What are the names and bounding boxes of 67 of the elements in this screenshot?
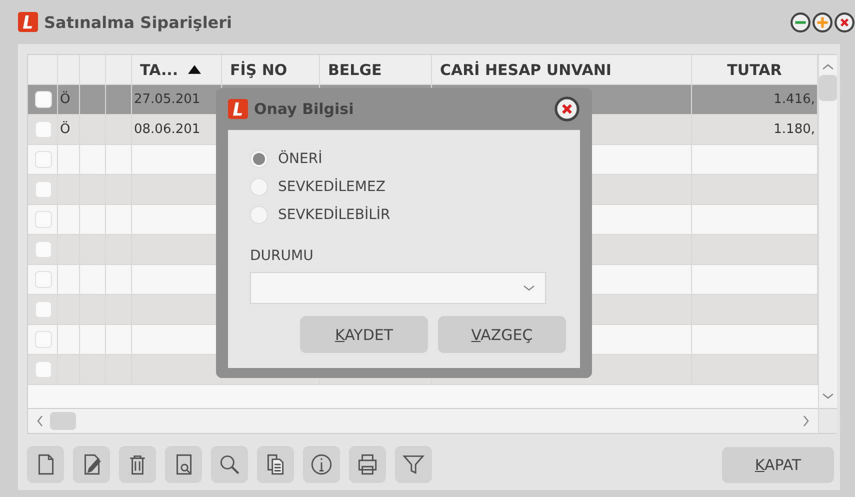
save-button[interactable]: KAYDET xyxy=(300,316,428,353)
edit-button[interactable] xyxy=(73,446,110,483)
column-header[interactable]: CARİ HESAP UNVANI xyxy=(432,55,692,85)
window-title: Satınalma Siparişleri xyxy=(44,12,232,32)
column-title: BELGE xyxy=(328,60,382,78)
table-cell: 1.416, xyxy=(692,85,818,115)
radio-label: SEVKEDİLEMEZ xyxy=(278,179,386,195)
radio-button[interactable] xyxy=(250,178,268,196)
column-header[interactable] xyxy=(58,55,80,85)
column-header[interactable]: FİŞ NO xyxy=(222,55,320,85)
horizontal-scrollbar[interactable] xyxy=(28,408,818,433)
radio-label: SEVKEDİLEBİLİR xyxy=(278,207,390,223)
maximize-icon[interactable] xyxy=(812,12,833,32)
scroll-thumb[interactable] xyxy=(50,412,76,430)
row-checkbox[interactable] xyxy=(35,121,52,138)
filter-button[interactable] xyxy=(395,446,432,483)
table-cell: Ö xyxy=(58,115,80,145)
logo-icon xyxy=(18,12,38,32)
print-button[interactable] xyxy=(349,446,386,483)
copy-button[interactable] xyxy=(257,446,294,483)
preview-button[interactable] xyxy=(165,446,202,483)
column-title: FİŞ NO xyxy=(230,60,288,78)
close-button[interactable]: KAPAT xyxy=(722,446,834,482)
column-header[interactable]: BELGE xyxy=(320,55,432,85)
row-checkbox[interactable] xyxy=(35,241,52,258)
close-icon[interactable] xyxy=(834,12,855,32)
column-header[interactable] xyxy=(106,55,132,85)
table-cell: 1.180, xyxy=(692,115,818,145)
field-label: DURUMU xyxy=(250,248,314,264)
column-title: TA... xyxy=(140,60,178,78)
column-header[interactable]: TUTAR xyxy=(692,55,818,85)
status-dropdown[interactable] xyxy=(250,272,546,304)
table-cell: Ö xyxy=(58,85,80,115)
chevron-right-icon[interactable] xyxy=(802,415,810,427)
radio-button[interactable] xyxy=(250,206,268,224)
search-button[interactable] xyxy=(211,446,248,483)
table-cell: 27.05.201 xyxy=(132,85,222,115)
column-header[interactable] xyxy=(80,55,106,85)
scroll-thumb[interactable] xyxy=(819,75,837,101)
info-button[interactable] xyxy=(303,446,340,483)
chevron-down-icon xyxy=(523,284,535,292)
chevron-left-icon[interactable] xyxy=(36,415,44,427)
row-checkbox[interactable] xyxy=(35,181,52,198)
row-checkbox[interactable] xyxy=(35,271,52,288)
column-header[interactable]: TA... xyxy=(132,55,222,85)
column-header[interactable] xyxy=(28,55,58,85)
info-icon xyxy=(309,452,334,477)
row-checkbox[interactable] xyxy=(35,91,52,108)
delete-button[interactable] xyxy=(119,446,156,483)
vertical-scrollbar[interactable] xyxy=(819,55,837,408)
minimize-icon[interactable] xyxy=(790,12,811,32)
column-title: TUTAR xyxy=(727,60,782,78)
column-title: CARİ HESAP UNVANI xyxy=(440,60,612,78)
chevron-down-icon[interactable] xyxy=(822,392,834,400)
row-checkbox[interactable] xyxy=(35,211,52,228)
logo-icon xyxy=(228,99,248,119)
row-checkbox[interactable] xyxy=(35,301,52,318)
row-checkbox[interactable] xyxy=(35,331,52,348)
row-checkbox[interactable] xyxy=(35,361,52,378)
chevron-up-icon[interactable] xyxy=(822,63,834,71)
new-button[interactable] xyxy=(27,446,64,483)
dialog-title: Onay Bilgisi xyxy=(254,100,354,118)
close-icon[interactable] xyxy=(554,96,580,122)
radio-label: ÖNERİ xyxy=(278,151,322,167)
cancel-button[interactable]: VAZGEÇ xyxy=(438,316,566,353)
row-checkbox[interactable] xyxy=(35,151,52,168)
radio-button[interactable] xyxy=(250,150,268,168)
